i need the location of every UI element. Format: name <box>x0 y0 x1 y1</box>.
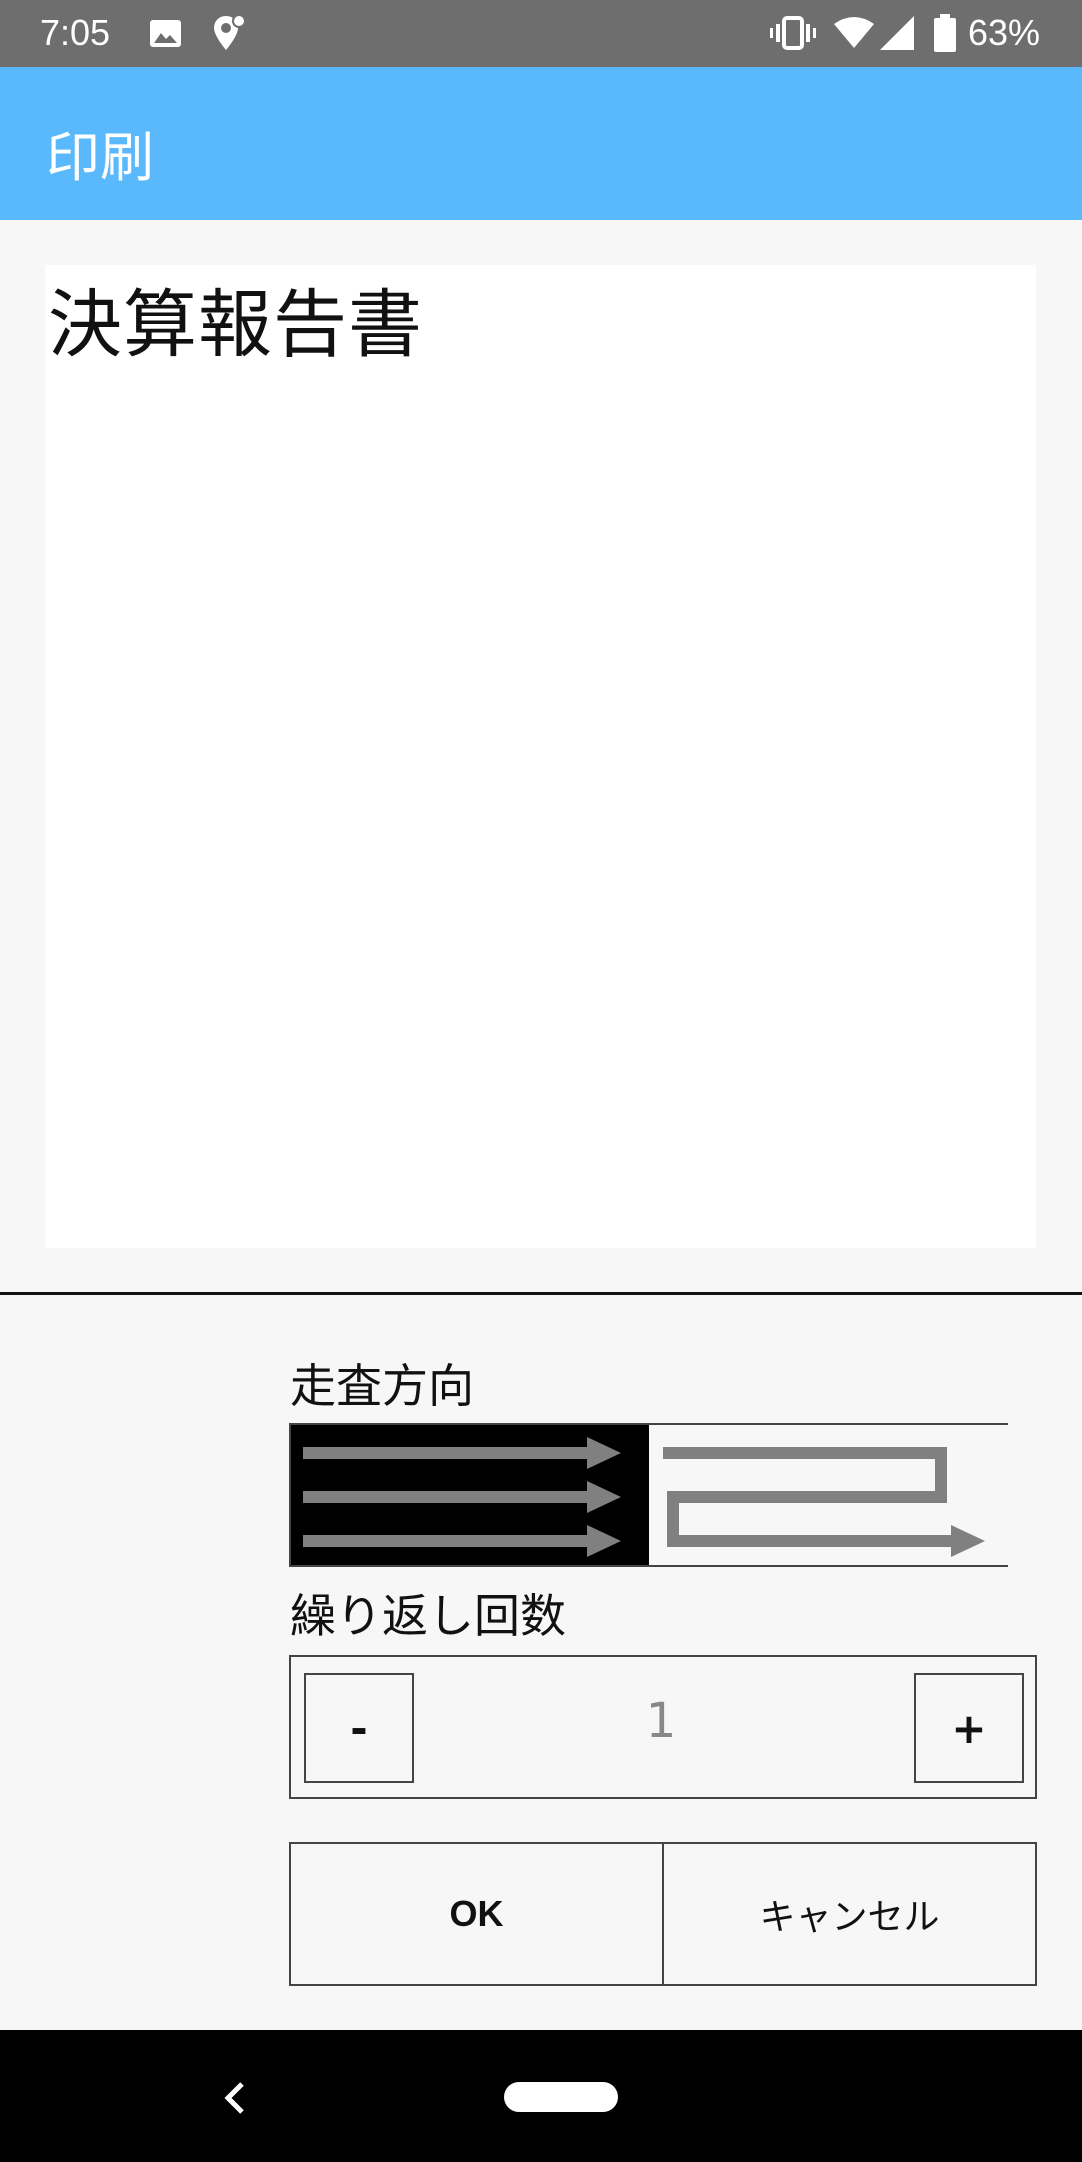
increment-button[interactable]: + <box>914 1673 1024 1783</box>
back-icon[interactable] <box>222 2078 248 2118</box>
status-time: 7:05 <box>40 12 111 53</box>
home-button[interactable] <box>504 2082 618 2112</box>
battery-level: 63% <box>968 12 1041 53</box>
ok-button[interactable]: OK <box>289 1842 664 1986</box>
zigzag-arrow-icon <box>663 1447 985 1557</box>
status-bar: 7:05 63% <box>0 0 1082 67</box>
scan-direction-selector <box>289 1423 1008 1567</box>
parallel-arrows-icon <box>303 1437 621 1557</box>
scan-option-one-direction[interactable] <box>291 1425 649 1565</box>
wifi-icon <box>834 17 874 48</box>
battery-icon <box>934 14 956 52</box>
cancel-button[interactable]: キャンセル <box>662 1842 1037 1986</box>
repeat-count-value: 1 <box>645 1693 677 1749</box>
location-icon <box>214 14 246 50</box>
decrement-button[interactable]: - <box>304 1673 414 1783</box>
scan-direction-label: 走査方向 <box>290 1359 474 1413</box>
vibrate-icon <box>770 16 816 50</box>
divider <box>0 1292 1082 1295</box>
action-buttons: OK キャンセル <box>289 1842 1037 1986</box>
page-title: 印刷 <box>46 126 154 189</box>
preview-text: 決算報告書 <box>48 282 423 368</box>
signal-icon <box>880 16 914 50</box>
scan-option-zigzag[interactable] <box>651 1425 1008 1565</box>
app-bar: 印刷 <box>0 67 1082 220</box>
navigation-bar <box>0 2030 1082 2162</box>
repeat-count-stepper: - 1 + <box>289 1655 1037 1799</box>
repeat-count-label: 繰り返し回数 <box>290 1589 566 1643</box>
print-preview: 決算報告書 <box>45 265 1036 1248</box>
image-icon <box>150 20 181 47</box>
